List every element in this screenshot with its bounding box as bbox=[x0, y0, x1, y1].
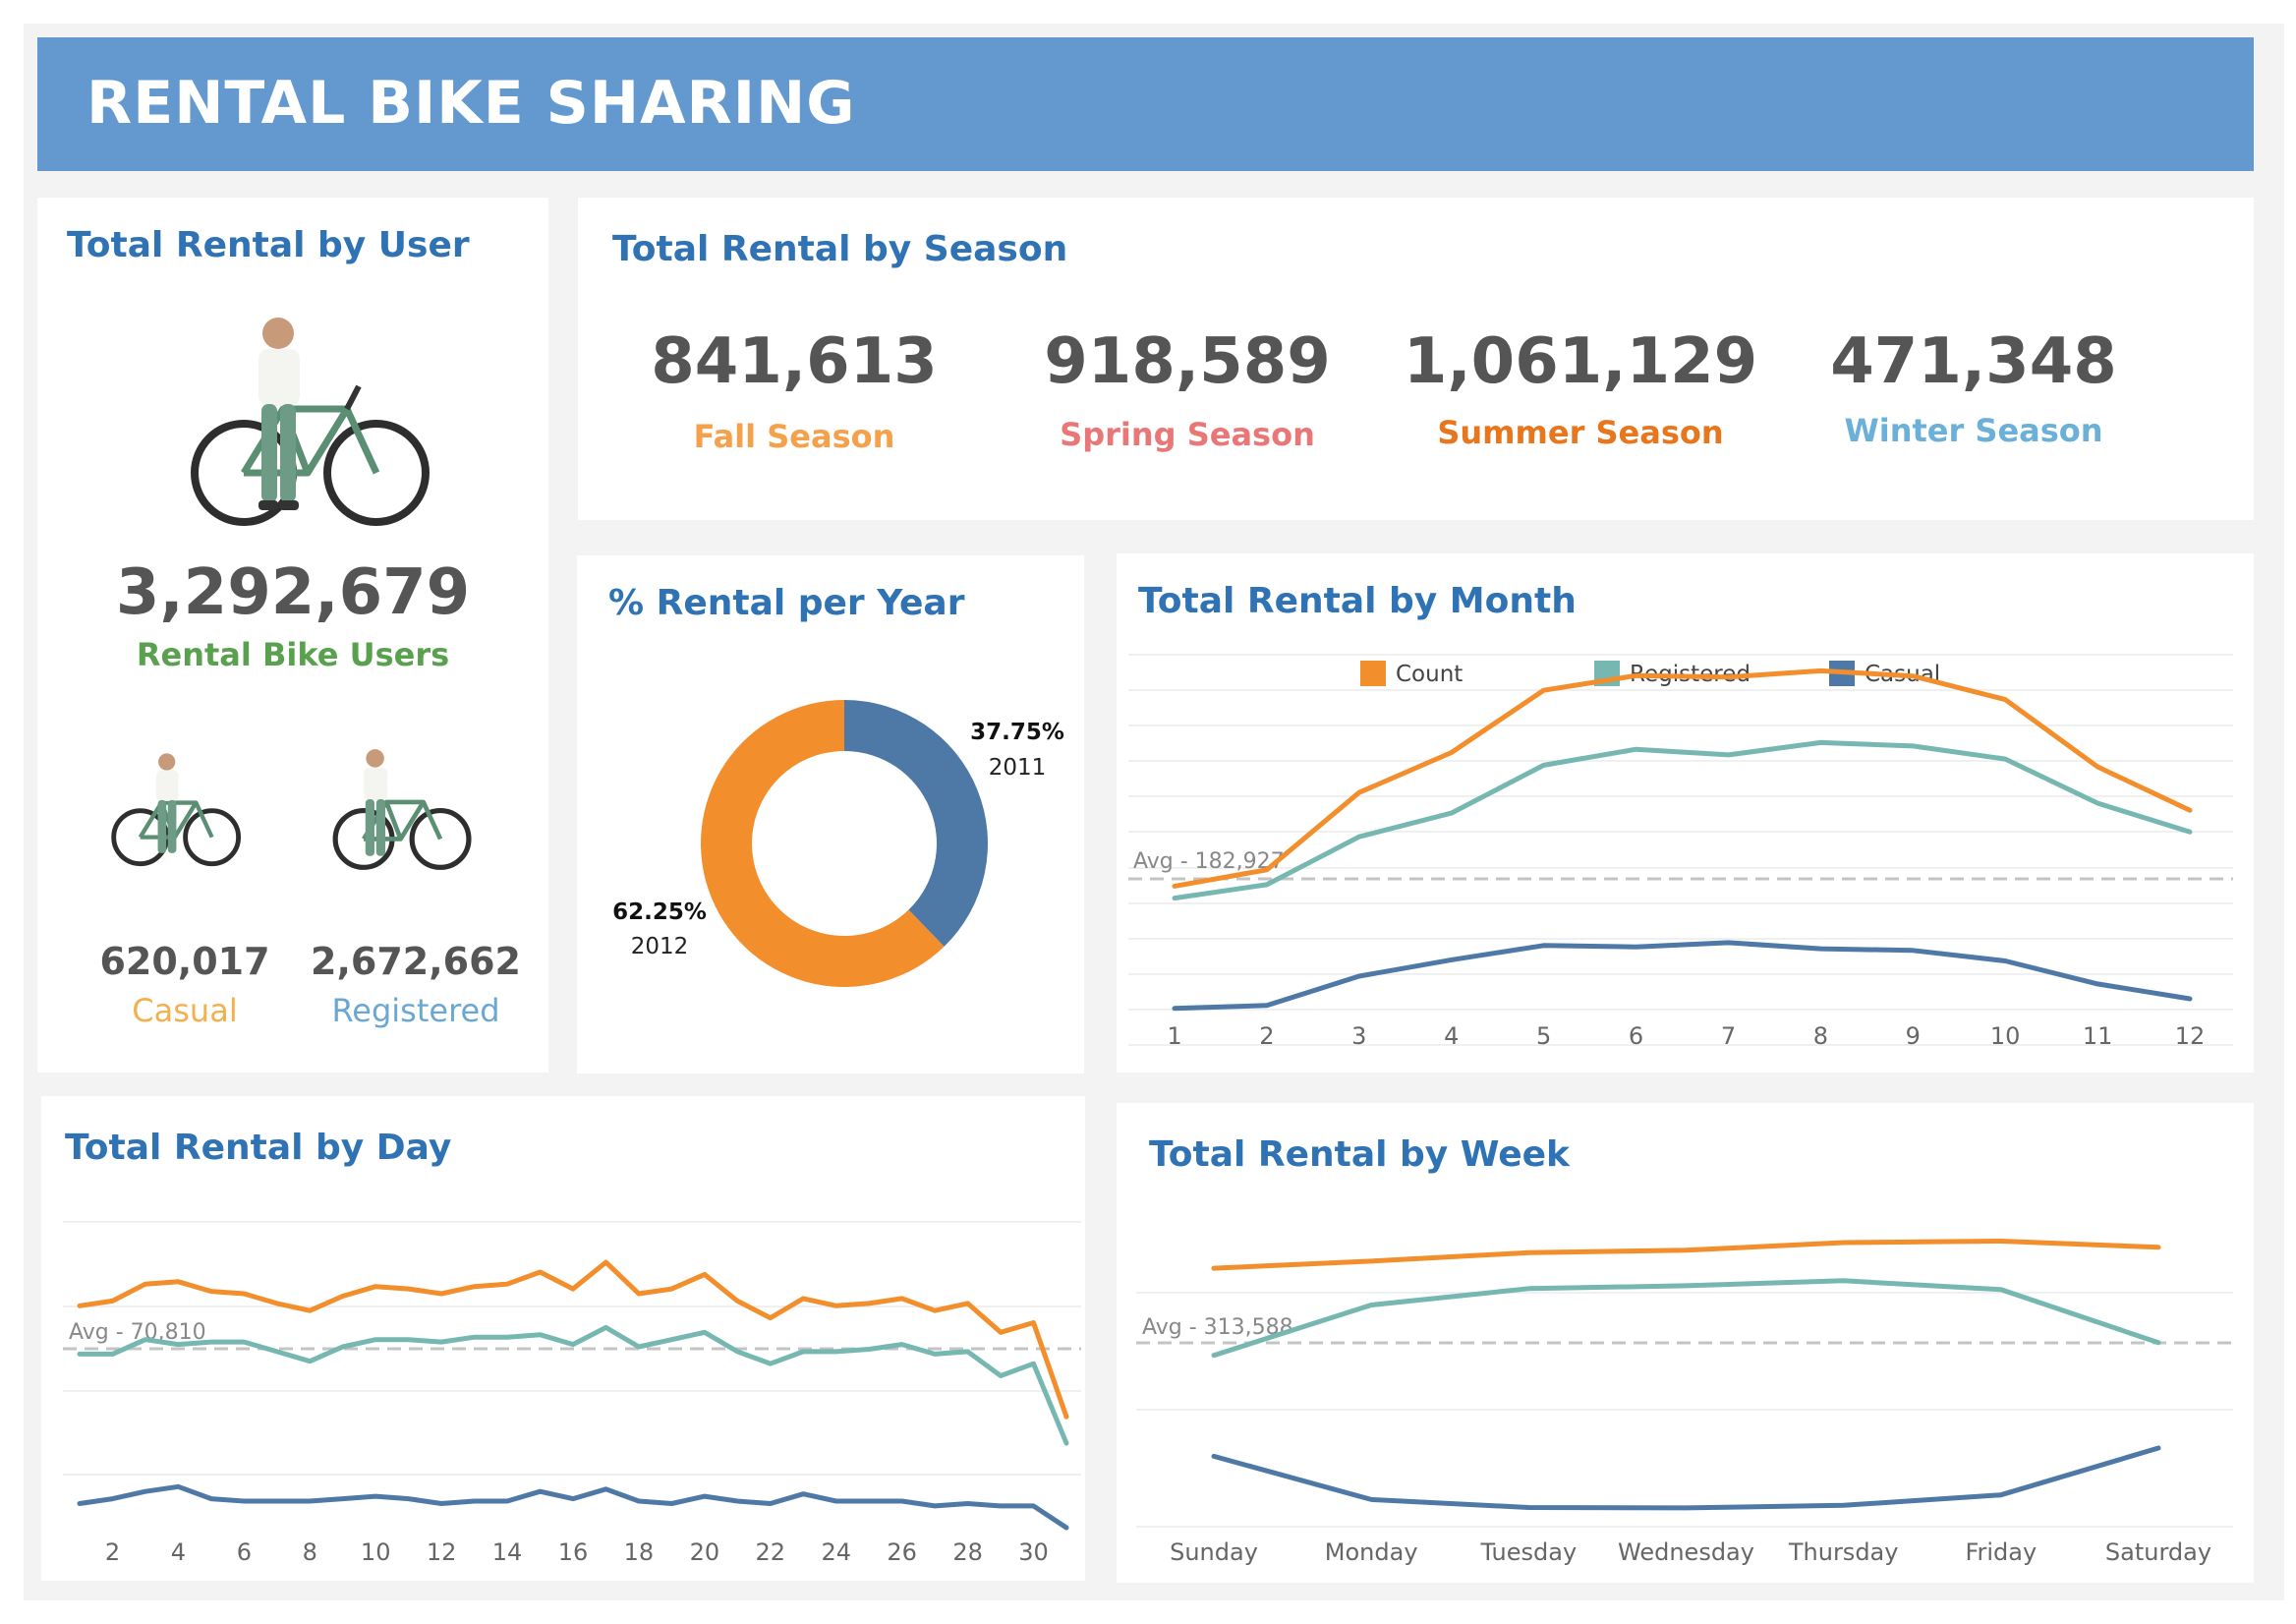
day-tick-label: 10 bbox=[361, 1538, 391, 1566]
week-tick-label: Tuesday bbox=[1480, 1538, 1578, 1566]
user-panel: Total Rental by User 3,292,679 Rental Bi… bbox=[37, 198, 548, 1073]
month-tick-label: 3 bbox=[1351, 1022, 1366, 1050]
day-series-registered bbox=[77, 1324, 1069, 1446]
week-tick-label: Wednesday bbox=[1618, 1538, 1754, 1566]
week-line-chart: Avg - 313,588 Sunday Monday Tuesday Wednesd… bbox=[1136, 1239, 2233, 1566]
day-tick-label: 30 bbox=[1018, 1538, 1049, 1566]
casual-users-label: Casual bbox=[132, 992, 238, 1029]
month-tick-label: 4 bbox=[1444, 1022, 1459, 1050]
day-tick-label: 18 bbox=[624, 1538, 655, 1566]
month-tick-label: 2 bbox=[1259, 1022, 1274, 1050]
fall-season-label: Fall Season bbox=[693, 418, 895, 455]
person-with-bike-icon bbox=[111, 753, 242, 867]
dashboard-title: RENTAL BIKE SHARING bbox=[86, 69, 856, 138]
summer-season-label: Summer Season bbox=[1437, 414, 1724, 451]
week-tick-label: Thursday bbox=[1788, 1538, 1899, 1566]
slice-2012-year: 2012 bbox=[631, 934, 689, 959]
month-tick-label: 11 bbox=[2083, 1022, 2113, 1050]
day-tick-label: 6 bbox=[237, 1538, 252, 1566]
total-users-value: 3,292,679 bbox=[115, 556, 471, 629]
legend-count-label: Count bbox=[1396, 662, 1463, 687]
week-tick-label: Friday bbox=[1965, 1538, 2037, 1566]
winter-season-label: Winter Season bbox=[1844, 412, 2103, 449]
slice-2012-pct: 62.25% bbox=[612, 899, 707, 925]
summer-season-value: 1,061,129 bbox=[1403, 325, 1758, 398]
year-donut-chart: 37.75% 2011 62.25% 2012 bbox=[612, 700, 1064, 987]
casual-users-value: 620,017 bbox=[99, 940, 270, 983]
season-panel-title: Total Rental by Season bbox=[612, 229, 1068, 269]
month-tick-label: 6 bbox=[1629, 1022, 1643, 1050]
season-panel: Total Rental by Season 841,613 Fall Seas… bbox=[578, 198, 2254, 520]
month-tick-label: 5 bbox=[1536, 1022, 1551, 1050]
spring-season-label: Spring Season bbox=[1060, 416, 1315, 453]
spring-season-value: 918,589 bbox=[1044, 325, 1331, 398]
day-tick-label: 22 bbox=[756, 1538, 786, 1566]
week-panel: Total Rental by Week Avg - 313,588 Sunda… bbox=[1117, 1103, 2254, 1583]
week-series-count bbox=[1211, 1239, 2161, 1271]
month-tick-label: 1 bbox=[1167, 1022, 1181, 1050]
person-with-bike-icon bbox=[191, 318, 430, 526]
month-tick-label: 10 bbox=[1990, 1022, 2021, 1050]
day-tick-label: 4 bbox=[171, 1538, 186, 1566]
month-tick-label: 8 bbox=[1813, 1022, 1828, 1050]
total-users-label: Rental Bike Users bbox=[136, 636, 450, 673]
day-line-chart: Avg - 70,810 2 4 6 8 10 12 14 16 18 20 22 24 26 28 30 bbox=[63, 1221, 1081, 1566]
week-tick-label: Sunday bbox=[1170, 1538, 1258, 1566]
day-tick-label: 14 bbox=[492, 1538, 523, 1566]
month-line-chart: Count Registered Casual Avg - 182,927 12… bbox=[1128, 654, 2233, 1050]
month-panel: Total Rental by Month Count Registered C… bbox=[1117, 553, 2254, 1073]
fall-season-value: 841,613 bbox=[651, 325, 938, 398]
month-series-casual bbox=[1172, 940, 2193, 1012]
legend-count-swatch bbox=[1360, 661, 1386, 686]
day-tick-label: 24 bbox=[821, 1538, 851, 1566]
week-tick-label: Monday bbox=[1325, 1538, 1418, 1566]
day-tick-label: 26 bbox=[887, 1538, 917, 1566]
registered-users-label: Registered bbox=[331, 992, 500, 1029]
day-tick-label: 2 bbox=[105, 1538, 120, 1566]
slice-2011-year: 2011 bbox=[989, 755, 1047, 781]
registered-users-value: 2,672,662 bbox=[311, 940, 521, 983]
month-tick-label: 7 bbox=[1721, 1022, 1736, 1050]
donut-slice-2011 bbox=[844, 700, 988, 947]
winter-season-value: 471,348 bbox=[1830, 325, 2117, 398]
day-panel: Total Rental by Day Avg - 70,810 2 4 6 8 10 1… bbox=[41, 1096, 1085, 1581]
day-tick-label: 20 bbox=[690, 1538, 720, 1566]
day-tick-label: 16 bbox=[558, 1538, 589, 1566]
person-with-bike-icon bbox=[332, 749, 472, 870]
day-series-casual bbox=[77, 1483, 1069, 1531]
user-panel-title: Total Rental by User bbox=[67, 225, 470, 265]
month-tick-label: 12 bbox=[2175, 1022, 2206, 1050]
week-tick-label: Saturday bbox=[2105, 1538, 2211, 1566]
slice-2011-pct: 37.75% bbox=[970, 720, 1064, 745]
day-tick-label: 12 bbox=[427, 1538, 457, 1566]
day-tick-label: 8 bbox=[303, 1538, 317, 1566]
day-tick-label: 28 bbox=[952, 1538, 983, 1566]
week-series-casual bbox=[1211, 1445, 2161, 1511]
dashboard-header: RENTAL BIKE SHARING bbox=[37, 37, 2254, 171]
year-panel: % Rental per Year 37.75% 2011 62.25% 201… bbox=[577, 555, 1084, 1073]
month-tick-label: 9 bbox=[1906, 1022, 1921, 1050]
